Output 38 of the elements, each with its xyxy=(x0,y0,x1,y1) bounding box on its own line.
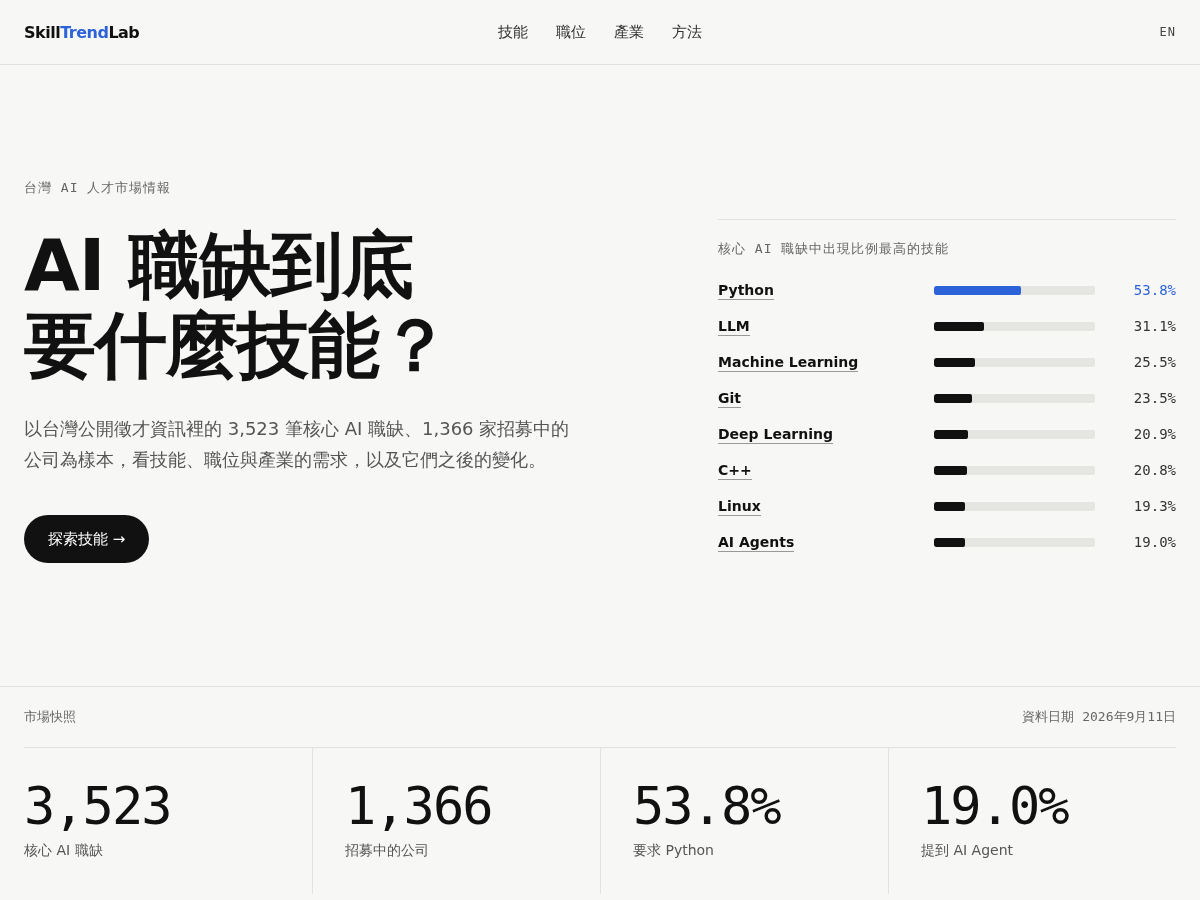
snapshot-title: 市場快照 xyxy=(24,708,76,726)
eyebrow-text: 台灣 AI 人才市場情報 xyxy=(24,179,173,197)
skill-link[interactable]: Linux xyxy=(718,496,761,516)
explore-skills-button[interactable]: 探索技能 → xyxy=(24,515,150,563)
skill-link[interactable]: Deep Learning xyxy=(718,424,834,444)
stat-value: 1,366 xyxy=(345,776,493,836)
percentage-text: 53.8% xyxy=(1132,282,1176,298)
date-text: 2026年9月11日 xyxy=(1082,709,1176,724)
stat-label: 核心 AI 職缺 xyxy=(24,842,104,860)
stat-label: 提到 AI Agent xyxy=(921,842,1015,860)
skill-link[interactable]: LLM xyxy=(718,316,750,336)
nav-link[interactable]: 技能 xyxy=(498,22,528,42)
logo-link[interactable]: SkillTrendLab xyxy=(24,22,140,42)
skills-title: 核心 AI 職缺中出現比例最高的技能 xyxy=(718,240,951,258)
skill-link[interactable]: AI Agents xyxy=(718,532,795,552)
stat-value: 3,523 xyxy=(24,776,172,836)
intro-paragraph: 以台灣公開徵才資訊裡的 3,523 筆核心 AI 職缺、1,366 家招募中的公司為樣本，看技能、職位與產業的需求，以及它們之後的變化。 xyxy=(24,417,571,472)
skill-link[interactable]: C++ xyxy=(718,460,752,480)
percentage-text: 20.8% xyxy=(1132,462,1176,478)
nav-link[interactable]: 產業 xyxy=(614,22,644,42)
date-label: 資料日期 xyxy=(1022,709,1075,724)
nav-link[interactable]: 方法 xyxy=(672,22,702,42)
hero-title: AI 職缺到底 要什麼技能？ xyxy=(24,225,451,385)
skill-link[interactable]: Machine Learning xyxy=(718,352,859,372)
percentage-text: 25.5% xyxy=(1132,354,1176,370)
percentage-text: 20.9% xyxy=(1132,426,1176,442)
stat-label: 招募中的公司 xyxy=(345,842,430,860)
stat-value: 19.0% xyxy=(921,776,1070,836)
nav-link[interactable]: 職位 xyxy=(556,22,586,42)
percentage-text: 19.3% xyxy=(1132,498,1176,514)
skill-link[interactable]: Python xyxy=(718,280,774,300)
percentage-text: 31.1% xyxy=(1132,318,1176,334)
skill-link[interactable]: Git xyxy=(718,388,741,408)
percentage-text: 23.5% xyxy=(1132,390,1176,406)
stat-value: 53.8% xyxy=(633,776,782,836)
language-link[interactable]: EN xyxy=(1159,25,1176,39)
percentage-text: 19.0% xyxy=(1132,534,1176,550)
stat-label: 要求 Python xyxy=(633,842,715,860)
